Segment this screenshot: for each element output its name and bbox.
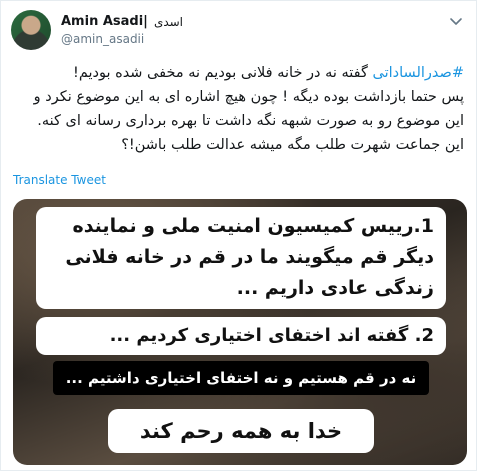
- image-text-card-4: خدا به همه رحم کند: [108, 409, 374, 453]
- display-name[interactable]: Amin Asadi|: [61, 14, 148, 29]
- tweet-line-3: این موضوع رو به صورت شبهه نگه داشت تا به…: [37, 113, 464, 129]
- tweet-line-4: این جماعت شهرت طلب مگه میشه عدالت طلب با…: [121, 137, 464, 153]
- display-name-fa[interactable]: اسدی: [154, 15, 183, 29]
- tweet-line-2: پس حتما بازداشت بوده دیگه ! چون هیچ اشار…: [33, 89, 464, 105]
- image-text-banner: نه در قم هستیم و نه اختفای اختیاری داشتی…: [53, 361, 429, 395]
- tweet-line-1-text: گفته نه در خانه فلانی بودیم نه مخفی شده …: [73, 65, 373, 81]
- chevron-down-icon[interactable]: [448, 13, 464, 29]
- tweet-text: #صدرالساداتی گفته نه در خانه فلانی بودیم…: [13, 61, 464, 157]
- image-text-card-2: 2. گفته اند اختفای اختیاری کردیم ...: [36, 317, 446, 355]
- image-text-card-1: 1.رییس کمیسیون امنیت ملی و نماینده دیگر …: [36, 207, 446, 309]
- tweet-line-1: #صدرالساداتی گفته نه در خانه فلانی بودیم…: [13, 61, 464, 85]
- author-name-row[interactable]: Amin Asadi| اسدی: [61, 14, 183, 29]
- translate-tweet-link[interactable]: Translate Tweet: [13, 173, 106, 187]
- user-handle[interactable]: @amin_asadii: [61, 32, 144, 46]
- tweet-media-image[interactable]: 1.رییس کمیسیون امنیت ملی و نماینده دیگر …: [13, 199, 467, 465]
- avatar[interactable]: [11, 10, 51, 50]
- hashtag-link[interactable]: #صدرالساداتی: [373, 65, 464, 81]
- tweet-card: Amin Asadi| اسدی @amin_asadii #صدرالسادا…: [0, 0, 477, 471]
